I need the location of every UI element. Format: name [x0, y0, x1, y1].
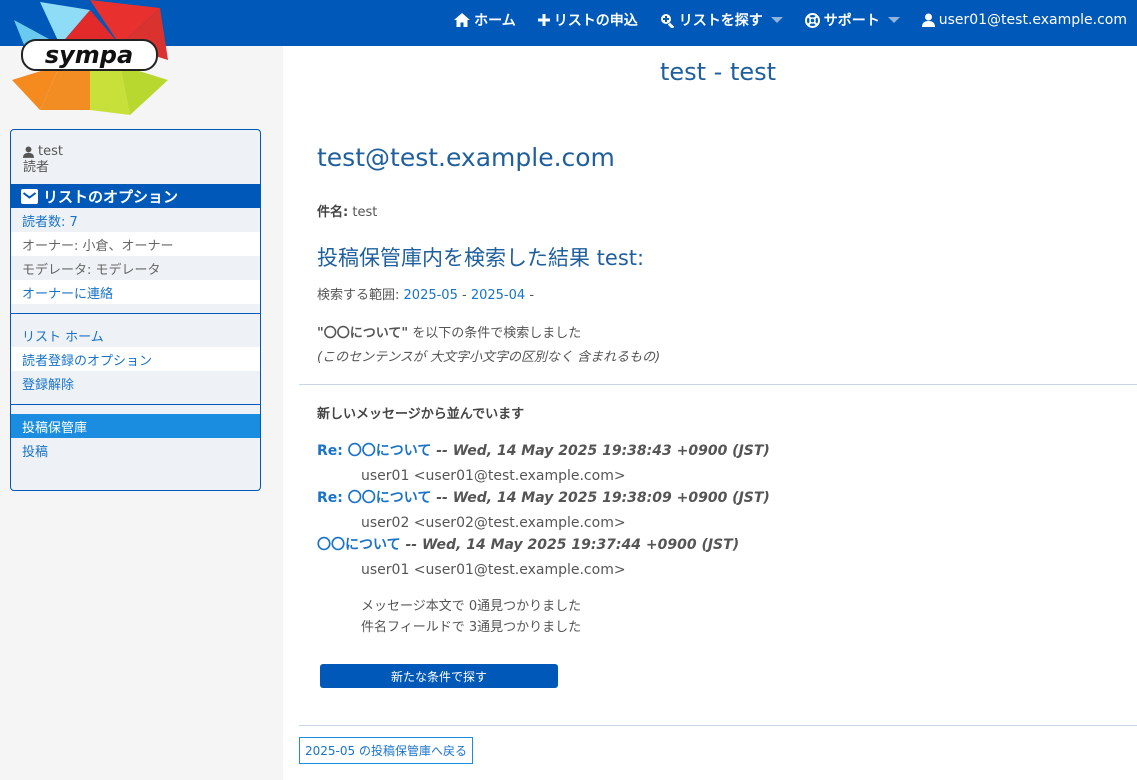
- plus-icon: [537, 14, 550, 26]
- subject-label: 件名:: [317, 205, 349, 220]
- nav-support-label: サポート: [823, 13, 880, 29]
- logo-text: sympa: [45, 41, 133, 69]
- new-search-button[interactable]: 新たな条件で探す: [320, 664, 558, 688]
- sidebar-item-unsubscribe[interactable]: 登録解除: [11, 371, 260, 395]
- divider: [11, 313, 260, 314]
- query-text: "〇〇について": [317, 326, 409, 341]
- message-subject-link[interactable]: Re: 〇〇について: [317, 490, 431, 506]
- nav-menu: ホーム リストの申込 リストを探す サポート user01@test.examp…: [454, 0, 1137, 40]
- nav-user-label: user01@test.example.com: [938, 12, 1127, 28]
- message-date: -- Wed, 14 May 2025 19:38:09 +0900 (JST): [436, 490, 770, 506]
- top-navbar: ホーム リストの申込 リストを探す サポート user01@test.examp…: [0, 0, 1137, 46]
- range-separator: -: [462, 288, 467, 303]
- nav-home-label: ホーム: [474, 13, 516, 29]
- user-role: 読者: [23, 160, 50, 175]
- query-description: を以下の条件で検索しました: [412, 326, 582, 341]
- message-subject-link[interactable]: Re: 〇〇について: [317, 443, 431, 459]
- message-item: Re: 〇〇について -- Wed, 14 May 2025 19:38:43 …: [317, 440, 770, 460]
- found-in-body: メッセージ本文で 0通見つかりました: [361, 599, 582, 614]
- subject-value: test: [352, 205, 378, 220]
- message-item: Re: 〇〇について -- Wed, 14 May 2025 19:38:09 …: [317, 487, 770, 507]
- lifebuoy-icon: [804, 12, 820, 28]
- search-criteria: "〇〇について" を以下の条件で検索しました (このセンテンスが 大文字小文字の…: [317, 322, 660, 370]
- message-sender: user01 <user01@test.example.com>: [361, 468, 626, 484]
- nav-search-lists[interactable]: リストを探す: [660, 10, 783, 30]
- list-options-header: リストのオプション: [11, 184, 260, 208]
- sidebar-item-contact-owners[interactable]: オーナーに連絡: [11, 280, 260, 304]
- message-item: 〇〇について -- Wed, 14 May 2025 19:37:44 +090…: [317, 534, 739, 554]
- nav-search-lists-label: リストを探す: [678, 13, 763, 29]
- nav-support[interactable]: サポート: [804, 10, 900, 30]
- message-sender: user01 <user01@test.example.com>: [361, 562, 626, 578]
- search-range: 検索する範囲: 2025-05 - 2025-04 -: [317, 284, 534, 303]
- range-tail: -: [529, 288, 535, 303]
- list-name: test: [38, 144, 63, 159]
- search-result-heading: 投稿保管庫内を検索した結果 test:: [317, 246, 645, 270]
- found-in-subject: 件名フィールドで 3通見つかりました: [361, 620, 582, 635]
- search-summary: メッセージ本文で 0通見つかりました 件名フィールドで 3通見つかりました: [361, 596, 581, 638]
- chevron-down-icon: [770, 17, 783, 23]
- nav-home[interactable]: ホーム: [454, 10, 516, 30]
- sidebar-item-subscriber-options[interactable]: 読者登録のオプション: [11, 347, 260, 371]
- sidebar-item-moderators: モデレータ: モデレータ: [22, 262, 161, 278]
- divider: [299, 384, 1137, 385]
- message-date: -- Wed, 14 May 2025 19:38:43 +0900 (JST): [436, 443, 770, 459]
- sidebar-item-post[interactable]: 投稿: [11, 438, 260, 462]
- list-user-info: test 読者: [11, 130, 260, 184]
- user-icon: [23, 146, 34, 158]
- sidebar-item-owners: オーナー: 小倉、オーナー: [11, 232, 260, 256]
- nav-request-list[interactable]: リストの申込: [537, 10, 638, 30]
- message-sender: user02 <user02@test.example.com>: [361, 515, 626, 531]
- list-address-heading: test@test.example.com: [317, 143, 615, 172]
- subject-line: 件名: test: [317, 201, 377, 220]
- query-condition: (このセンテンスが 大文字小文字の区別なく 含まれるもの): [317, 350, 661, 365]
- message-subject-link[interactable]: 〇〇について: [317, 537, 401, 553]
- nav-user[interactable]: user01@test.example.com: [921, 12, 1127, 28]
- range-from-link[interactable]: 2025-05: [404, 288, 458, 303]
- sidebar-item-list-home[interactable]: リスト ホーム: [11, 323, 260, 347]
- list-options-title: リストのオプション: [43, 187, 179, 206]
- sort-note: 新しいメッセージから並んでいます: [317, 407, 525, 422]
- main-content: test - test test@test.example.com 件名: te…: [283, 46, 1137, 780]
- search-plus-icon: [660, 13, 675, 28]
- envelope-icon: [21, 188, 38, 204]
- user-icon: [921, 13, 935, 27]
- sidebar-item-subscribers[interactable]: 読者数: 7: [11, 208, 260, 232]
- divider: [299, 725, 1137, 726]
- message-date: -- Wed, 14 May 2025 19:37:44 +0900 (JST): [405, 537, 740, 553]
- home-icon: [454, 13, 471, 27]
- divider: [11, 404, 260, 405]
- sidebar-item-archives[interactable]: 投稿保管庫: [11, 414, 260, 438]
- sympa-logo[interactable]: sympa: [10, 0, 170, 122]
- page-title: test - test: [659, 58, 777, 86]
- range-to-link[interactable]: 2025-04: [471, 288, 525, 303]
- sidebar-panel: test 読者 リストのオプション 読者数: 7 オーナー: 小倉、オーナー モ…: [10, 129, 261, 491]
- back-to-archive-button[interactable]: 2025-05 の投稿保管庫へ戻る: [299, 737, 473, 764]
- range-label: 検索する範囲:: [317, 288, 400, 303]
- nav-request-list-label: リストの申込: [553, 13, 638, 29]
- chevron-down-icon: [887, 17, 900, 23]
